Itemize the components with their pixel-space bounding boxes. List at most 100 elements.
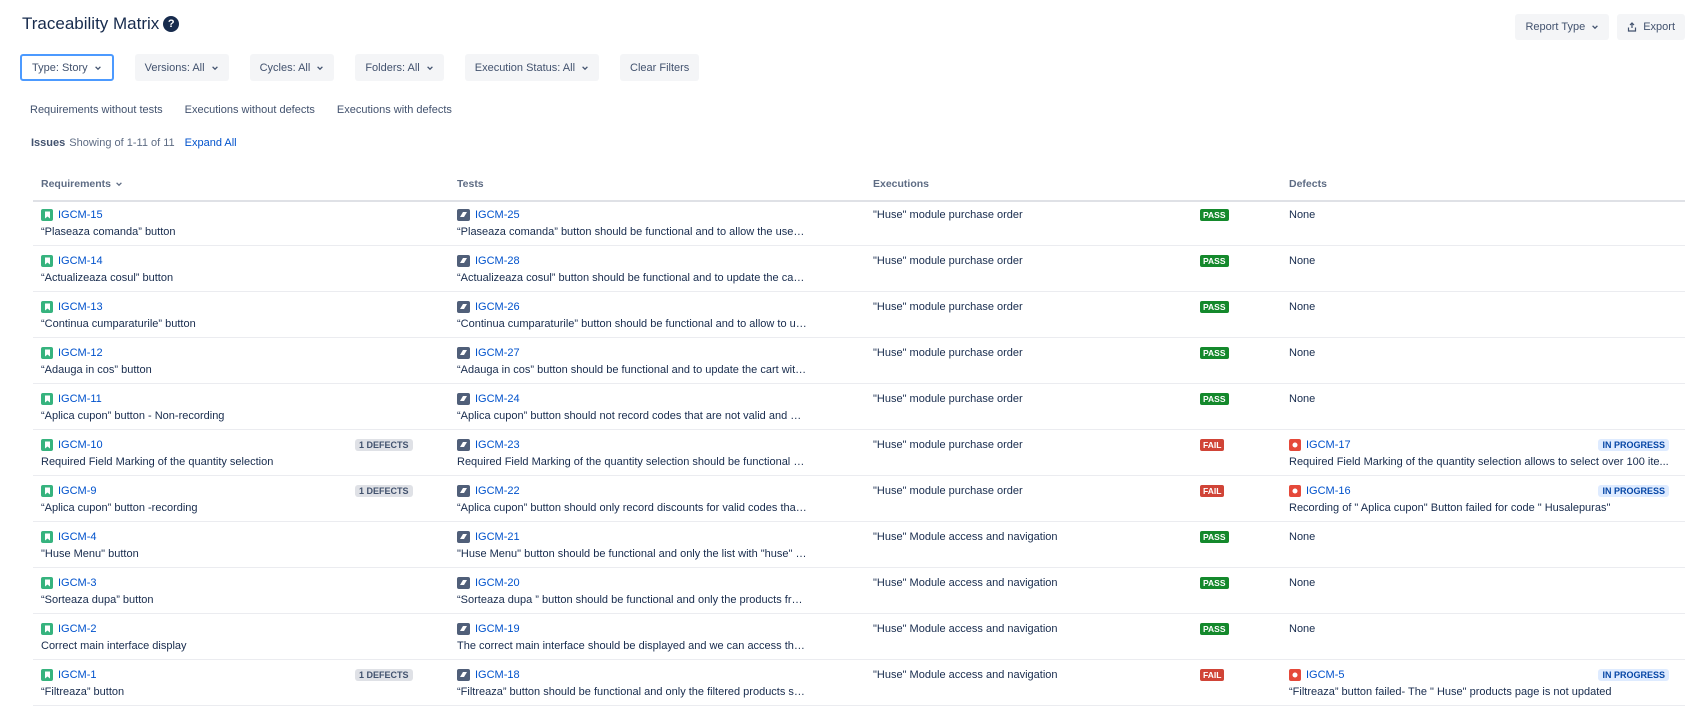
test-key-link[interactable]: IGCM-28 — [475, 255, 520, 267]
tab-executions-with-defects[interactable]: Executions with defects — [337, 104, 452, 116]
requirement-key-link[interactable]: IGCM-14 — [58, 255, 103, 267]
defect-key-link[interactable]: IGCM-16 — [1306, 485, 1351, 497]
test-key-link[interactable]: IGCM-23 — [475, 439, 520, 451]
requirement-summary: "Huse Menu" button — [41, 548, 139, 560]
requirement-summary: Required Field Marking of the quantity s… — [41, 456, 274, 468]
tab-executions-without-defects[interactable]: Executions without defects — [185, 104, 315, 116]
execution-cycle-name[interactable]: "Huse" module purchase order — [873, 301, 1023, 313]
defect-cell: None — [1289, 577, 1315, 589]
execution-cycle-name[interactable]: "Huse" Module access and navigation — [873, 531, 1058, 543]
tab-requirements-without-tests[interactable]: Requirements without tests — [30, 104, 163, 116]
filter-cycles[interactable]: Cycles: All — [249, 54, 335, 81]
defects-count-badge[interactable]: 1 DEFECTS — [355, 669, 413, 681]
test-key-link[interactable]: IGCM-26 — [475, 301, 520, 313]
execution-status-badge: PASS — [1200, 347, 1229, 359]
execution-cycle-name[interactable]: "Huse" Module access and navigation — [873, 577, 1058, 589]
defect-key-link[interactable]: IGCM-17 — [1306, 439, 1351, 451]
test-key-link[interactable]: IGCM-20 — [475, 577, 520, 589]
help-icon[interactable]: ? — [163, 16, 180, 32]
col-requirements-label: Requirements — [41, 178, 112, 190]
defects-count-badge[interactable]: 1 DEFECTS — [355, 439, 413, 451]
filter-execution-status[interactable]: Execution Status: All — [464, 54, 600, 81]
defect-cell: None — [1289, 209, 1315, 221]
defect-summary: “Filtreaza” button failed- The " Huse" p… — [1289, 686, 1612, 698]
table-row: IGCM-10 Required Field Marking of the qua… — [33, 430, 1685, 476]
test-summary: “Aplica cupon” button should not record … — [457, 410, 807, 422]
test-icon — [457, 393, 470, 405]
test-key-link[interactable]: IGCM-27 — [475, 347, 520, 359]
table-header: Requirements Tests Executions Defects — [33, 172, 1685, 202]
col-requirements[interactable]: Requirements — [41, 178, 123, 190]
test-icon — [457, 255, 470, 267]
requirement-key-link[interactable]: IGCM-9 — [58, 485, 97, 497]
clear-filters-button[interactable]: Clear Filters — [620, 54, 700, 81]
requirement-cell: IGCM-10 Required Field Marking of the qua… — [41, 439, 341, 468]
requirement-summary: Correct main interface display — [41, 640, 187, 652]
requirement-key-link[interactable]: IGCM-12 — [58, 347, 103, 359]
execution-cycle-name[interactable]: "Huse" Module access and navigation — [873, 623, 1058, 635]
test-summary: Required Field Marking of the quantity s… — [457, 456, 807, 468]
requirement-key-link[interactable]: IGCM-2 — [58, 623, 97, 635]
test-icon — [457, 301, 470, 313]
test-key-link[interactable]: IGCM-21 — [475, 531, 520, 543]
defect-summary: Required Field Marking of the quantity s… — [1289, 456, 1669, 468]
execution-cycle-name[interactable]: "Huse" module purchase order — [873, 347, 1023, 359]
test-key-link[interactable]: IGCM-25 — [475, 209, 520, 221]
table-row: IGCM-13 “Continua cumparaturile” button IG… — [33, 292, 1685, 338]
test-key-link[interactable]: IGCM-19 — [475, 623, 520, 635]
execution-cycle-name[interactable]: "Huse" module purchase order — [873, 209, 1023, 221]
filter-folders[interactable]: Folders: All — [355, 54, 444, 81]
execution-cycle-name[interactable]: "Huse" module purchase order — [873, 439, 1023, 451]
filter-cycles-label: Cycles: All — [259, 61, 311, 74]
requirement-cell: IGCM-4 "Huse Menu" button — [41, 531, 341, 560]
defect-status-badge: IN PROGRESS — [1598, 669, 1669, 681]
execution-status-badge: PASS — [1200, 209, 1229, 221]
story-icon — [41, 393, 53, 405]
execution-cell: "Huse" module purchase order — [873, 347, 1023, 359]
execution-cell: "Huse" Module access and navigation — [873, 623, 1058, 635]
requirement-key-link[interactable]: IGCM-3 — [58, 577, 97, 589]
col-tests: Tests — [457, 178, 484, 190]
report-type-button[interactable]: Report Type — [1515, 14, 1610, 40]
execution-cell: "Huse" module purchase order — [873, 255, 1023, 267]
requirement-key-link[interactable]: IGCM-10 — [58, 439, 103, 451]
test-key-link[interactable]: IGCM-18 — [475, 669, 520, 681]
test-summary: “Aplica cupon” button should only record… — [457, 502, 807, 514]
requirement-key-link[interactable]: IGCM-4 — [58, 531, 97, 543]
execution-cycle-name[interactable]: "Huse" module purchase order — [873, 255, 1023, 267]
test-summary: “Filtreaza” button should be functional … — [457, 686, 807, 698]
execution-cycle-name[interactable]: "Huse" Module access and navigation — [873, 669, 1058, 681]
test-icon — [457, 439, 470, 451]
execution-cycle-name[interactable]: "Huse" module purchase order — [873, 485, 1023, 497]
test-cell: IGCM-22 “Aplica cupon” button should only… — [457, 485, 807, 514]
issues-count: Showing of 1-11 of 11 — [69, 137, 175, 149]
execution-cell: "Huse" Module access and navigation — [873, 531, 1058, 543]
story-icon — [41, 577, 53, 589]
no-defects-text: None — [1289, 577, 1316, 589]
filter-type[interactable]: Type: Story — [20, 54, 114, 81]
test-key-link[interactable]: IGCM-22 — [475, 485, 520, 497]
requirement-key-link[interactable]: IGCM-1 — [58, 669, 97, 681]
requirement-cell: IGCM-3 “Sorteaza dupa” button — [41, 577, 341, 606]
execution-cycle-name[interactable]: "Huse" module purchase order — [873, 393, 1023, 405]
test-icon — [457, 209, 470, 221]
requirement-key-link[interactable]: IGCM-11 — [58, 393, 102, 405]
requirement-summary: “Aplica cupon” button -recording — [41, 502, 198, 514]
test-cell: IGCM-26 “Continua cumparaturile” button s… — [457, 301, 807, 330]
issues-label: Issues — [31, 137, 66, 149]
requirement-cell: IGCM-15 “Plaseaza comanda” button — [41, 209, 341, 238]
no-defects-text: None — [1289, 301, 1316, 313]
execution-cell: "Huse" module purchase order — [873, 485, 1023, 497]
test-icon — [457, 623, 470, 635]
requirement-summary: “Continua cumparaturile” button — [41, 318, 196, 330]
requirement-key-link[interactable]: IGCM-15 — [58, 209, 103, 221]
requirement-key-link[interactable]: IGCM-13 — [58, 301, 103, 313]
filter-versions[interactable]: Versions: All — [134, 54, 229, 81]
expand-all-link[interactable]: Expand All — [185, 137, 237, 149]
requirement-cell: IGCM-13 “Continua cumparaturile” button — [41, 301, 341, 330]
no-defects-text: None — [1289, 209, 1316, 221]
defects-count-badge[interactable]: 1 DEFECTS — [355, 485, 413, 497]
defect-key-link[interactable]: IGCM-5 — [1306, 669, 1345, 681]
export-button[interactable]: Export — [1617, 14, 1685, 40]
test-key-link[interactable]: IGCM-24 — [475, 393, 520, 405]
